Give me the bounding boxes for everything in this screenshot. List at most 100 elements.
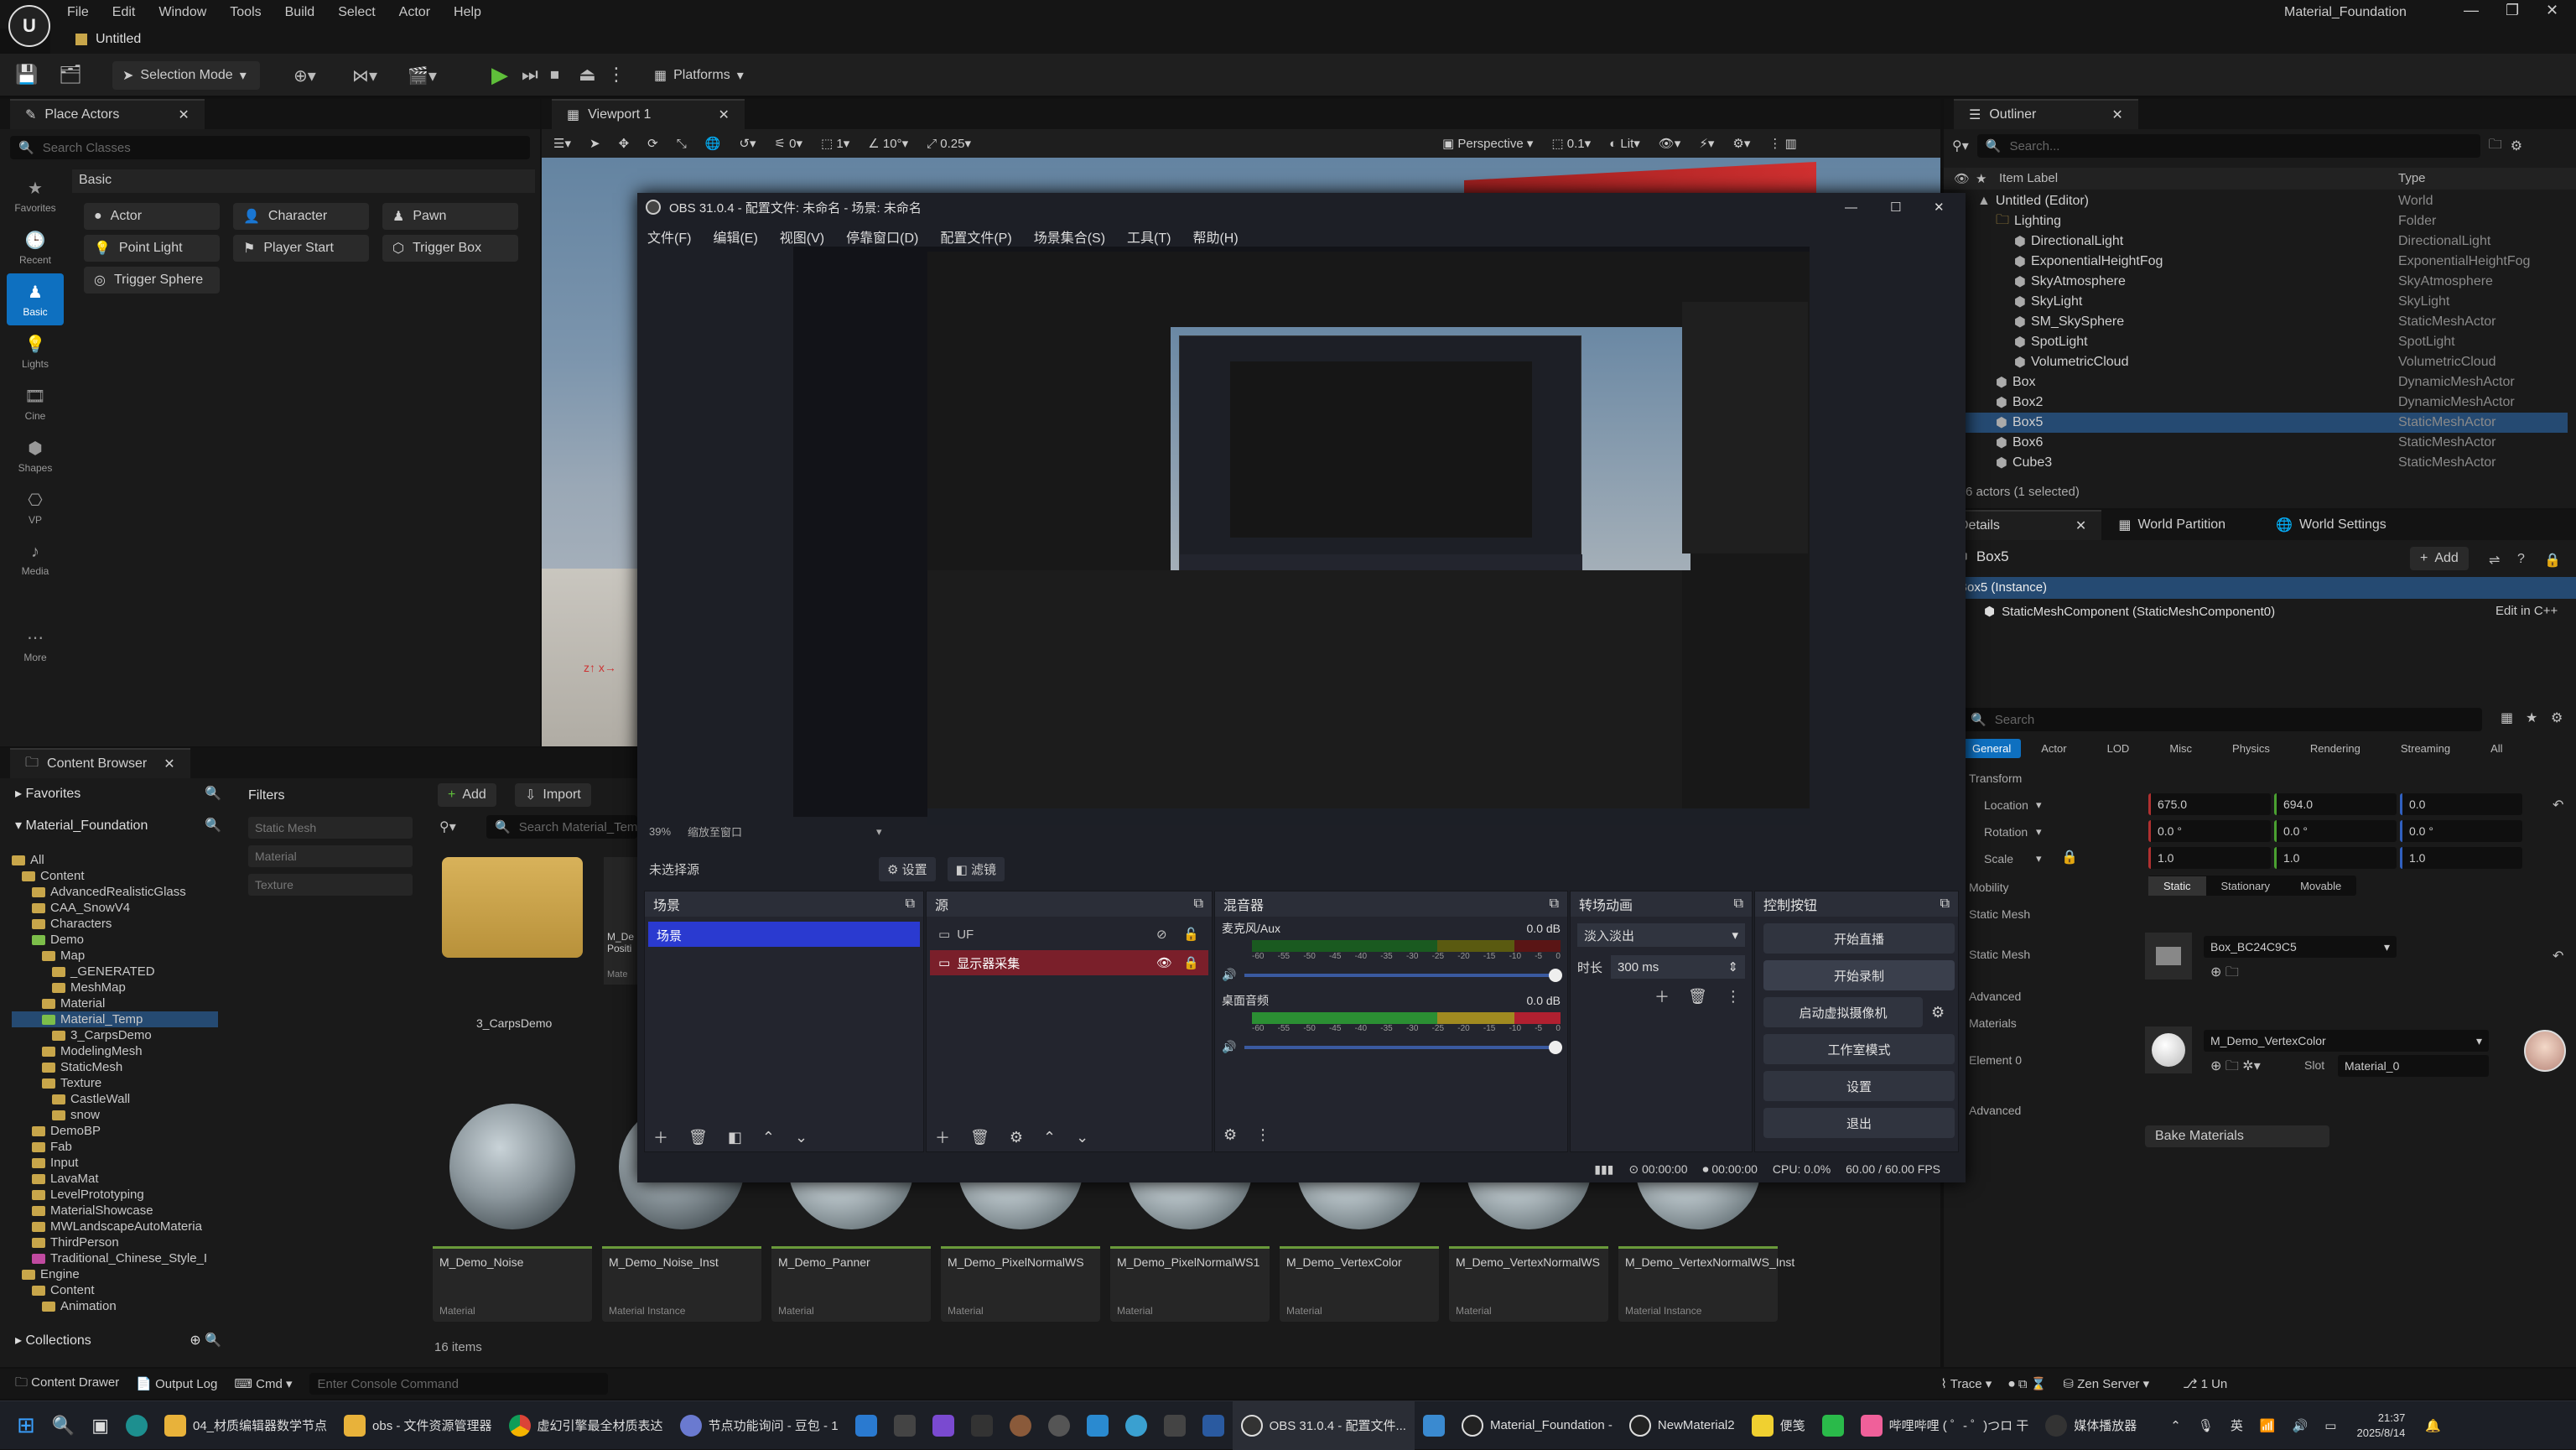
actor-character[interactable]: 👤 Character [233,203,369,230]
show-icon[interactable]: 👁▾ [1659,136,1681,151]
filter-misc[interactable]: Misc [2149,739,2212,758]
eject-icon[interactable]: ⏏ [579,64,596,86]
folder-tree-item[interactable]: AdvancedRealisticGlass [12,884,226,900]
actor-trigger-box[interactable]: ⬡ Trigger Box [382,235,518,262]
root-section[interactable]: ▾ Material_Foundation 🔍 [15,817,221,834]
world-partition-tab[interactable]: ▦ World Partition [2118,517,2225,533]
search-icon[interactable]: 🔍 [205,817,221,834]
taskbar-item-unreal-1[interactable]: Material_Foundation - [1453,1401,1621,1450]
folder-tree-item[interactable]: CastleWall [12,1091,226,1107]
viewport-tab[interactable]: ▦ Viewport 1 ✕ [552,99,745,129]
filter-icon[interactable]: ⚲▾ [439,819,456,835]
add-asset-button[interactable]: + Add [438,783,496,807]
browse-icon[interactable]: ⊕ 🗀 [2210,963,2239,985]
content-icon[interactable]: 🗂 [59,64,82,86]
cmd-button[interactable]: ⌨ Cmd ▾ [234,1376,292,1391]
advanced-section-2[interactable]: Advanced [1969,1104,2021,1117]
clock[interactable]: 21:37 2025/8/14 [2345,1411,2417,1441]
import-button[interactable]: ⇩ Import [515,783,591,807]
taskbar-item-explorer-1[interactable]: 04_材质编辑器数学节点 [156,1401,335,1450]
add-source-icon[interactable]: ＋ [935,1126,950,1148]
materials-section[interactable]: Materials [1969,1016,2017,1030]
close-tab-icon[interactable]: ✕ [718,107,729,123]
rail-lights[interactable]: 💡 Lights [7,325,64,377]
scale-z[interactable]: 1.0 [2400,847,2522,869]
level-tab[interactable]: Untitled [75,27,141,52]
actor-trigger-sphere[interactable]: ◎ Trigger Sphere [84,267,220,294]
microphone-icon[interactable]: 🎙 [2189,1401,2222,1450]
reset-icon[interactable]: ↶ [2553,797,2563,813]
folder-tree-item[interactable]: ModelingMesh [12,1043,226,1059]
material-thumbnail[interactable] [2145,1026,2192,1073]
outliner-row[interactable]: ⬢ SkyLight SkyLight [1962,292,2568,312]
filter-all[interactable]: All [2470,739,2522,758]
move-up-icon[interactable]: ⌃ [1043,1129,1056,1146]
obs-preview[interactable] [793,247,1810,825]
slot-field[interactable]: Material_0 [2338,1055,2489,1077]
app-icon-7[interactable] [1194,1401,1233,1450]
app-icon-3[interactable] [1040,1401,1078,1450]
table-view-icon[interactable]: ▦ [2501,709,2513,726]
vs-icon[interactable] [924,1401,963,1450]
close-icon[interactable]: ✕ [1934,200,1945,215]
select-tool-icon[interactable]: ➤ [589,136,600,151]
actor-point-light[interactable]: 💡 Point Light [84,235,220,262]
location-y[interactable]: 694.0 [2274,793,2397,815]
tray-chevron-icon[interactable]: ⌃ [2162,1401,2189,1450]
outliner-row[interactable]: ⬢ Box2 DynamicMeshActor [1962,392,2568,413]
undock-icon[interactable]: ⧉ [1940,897,1950,912]
item-label-header[interactable]: Item Label [1999,171,2058,185]
obs-menu-tools[interactable]: 工具(T) [1127,226,1171,247]
maximize-icon[interactable]: ❐ [2506,2,2519,19]
derived-data-icons[interactable]: ⏺ ⧉ ⌛ [2008,1376,2046,1391]
visibility-col-icon[interactable]: 👁 [1954,171,1970,186]
grid-snap-icon[interactable]: ⚟ 0▾ [775,136,803,151]
undock-icon[interactable]: ⧉ [1734,897,1743,912]
menu-help[interactable]: Help [454,5,481,20]
folder-tree-item[interactable]: Material_Temp [12,1011,218,1027]
favorites-section[interactable]: ▸ Favorites 🔍 [15,785,221,802]
rail-favorites[interactable]: ★ Favorites [7,169,64,221]
start-recording-button[interactable]: 开始录制 [1763,960,1955,990]
folder-tree-item[interactable]: Traditional_Chinese_Style_I [12,1250,226,1266]
more-options-icon[interactable]: ⋮ [607,64,626,86]
asset-partial-tile[interactable]: M_De Positi Mate [604,857,637,985]
folder-tree-item[interactable]: Texture [12,1075,226,1091]
save-icon[interactable]: 💾 [15,64,38,86]
cam-snap-icon[interactable]: ⬚ 1▾ [821,136,849,151]
settings-button[interactable]: 设置 [1763,1071,1955,1101]
folder-tree-item[interactable]: ThirdPerson [12,1234,226,1250]
bake-materials-button[interactable]: Bake Materials [2145,1125,2329,1147]
folder-tree-item[interactable]: MeshMap [12,980,226,995]
outliner-row[interactable]: ⬢ ExponentialHeightFog ExponentialHeightF… [1962,252,2568,272]
remove-scene-icon[interactable]: 🗑 [688,1129,708,1146]
move-down-icon[interactable]: ⌄ [1076,1129,1088,1146]
pin-col-icon[interactable]: ★ [1976,171,1987,186]
selection-mode-button[interactable]: ➤ Selection Mode ▾ [112,61,260,90]
preview-mode[interactable]: 缩放至窗口 [688,824,742,839]
app-icon-5[interactable] [1117,1401,1156,1450]
folder-tree-item[interactable]: Material [12,995,226,1011]
filter-streaming[interactable]: Streaming [2381,739,2470,758]
outliner-row[interactable]: ⬢ SpotLight SpotLight [1962,332,2568,352]
mobility-movable[interactable]: Movable [2285,876,2356,896]
visible-icon[interactable]: 👁 [1156,955,1172,970]
start-virtual-camera-button[interactable]: 启动虚拟摄像机 [1763,997,1923,1027]
collections-section[interactable]: ▸ Collections ⊕ 🔍 [15,1332,221,1349]
location-label[interactable]: Location [1984,798,2028,812]
realtime-icon[interactable]: ⚡▾ [1699,136,1714,151]
output-log-button[interactable]: 📄 Output Log [136,1376,217,1391]
outliner-row[interactable]: ⬢ SM_SkySphere StaticMeshActor [1962,312,2568,332]
filter-static-mesh[interactable]: Static Mesh [248,817,413,839]
close-tab-icon[interactable]: ✕ [164,756,174,772]
rotate-tool-icon[interactable]: ⟳ [647,136,658,151]
close-tab-icon[interactable]: ✕ [2111,107,2122,123]
locked-icon[interactable]: 🔒 [1183,955,1199,970]
folder-tree-item[interactable]: Map [12,948,226,964]
unlocked-icon[interactable]: 🔓 [1183,927,1199,942]
stop-icon[interactable]: ⏹ [550,64,559,86]
blueprint-icon[interactable]: ⋈▾ [352,65,377,86]
outliner-row[interactable]: ⬢ Box6 StaticMeshActor [1962,433,2568,453]
vscode-icon[interactable] [847,1401,886,1450]
mixer-menu-icon[interactable]: ⋮ [1255,1126,1270,1144]
